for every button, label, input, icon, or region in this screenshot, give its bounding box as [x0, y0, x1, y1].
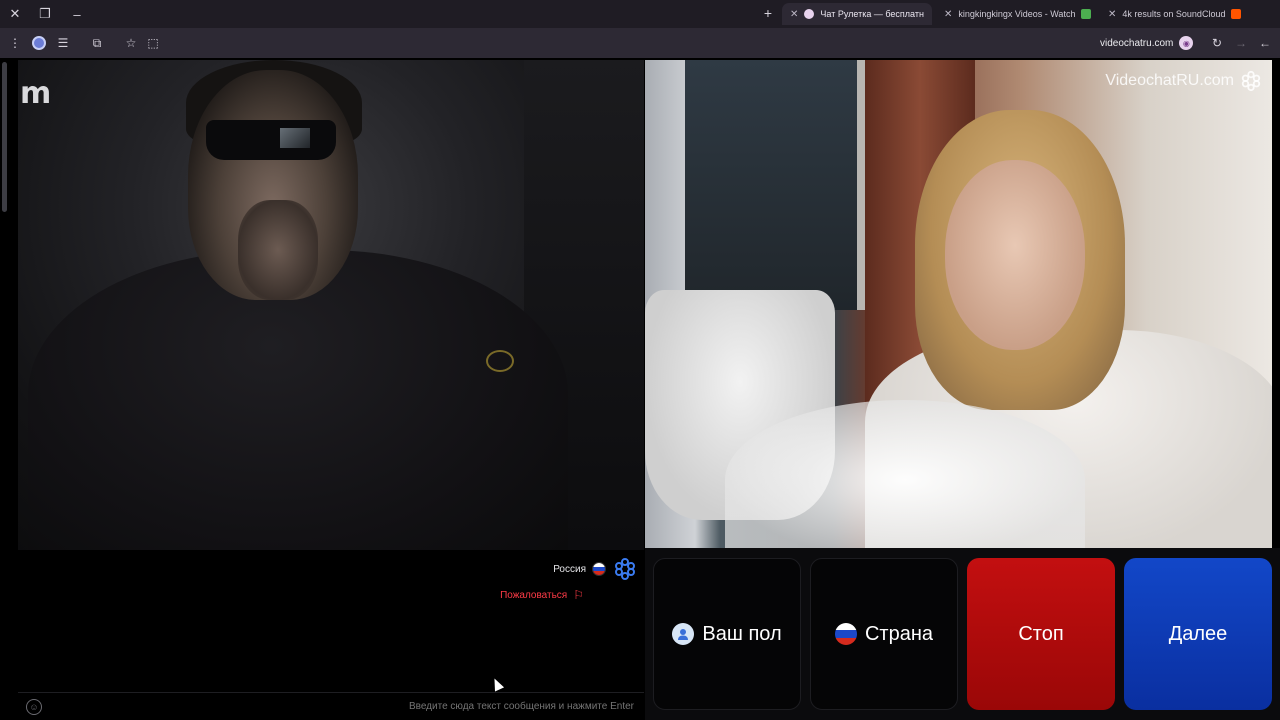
close-icon[interactable]: ✕ [944, 9, 952, 20]
stop-label: Стоп [1018, 622, 1064, 645]
chat-panel: Россия Пожаловаться ⚐ ☺ [18, 550, 644, 720]
russia-flag-icon [834, 623, 857, 645]
streamer-logo: m [20, 76, 51, 111]
country-button[interactable]: Страна [810, 558, 958, 710]
mouse-cursor [489, 676, 505, 692]
videochat-logo-icon [612, 556, 638, 582]
page-content: m Россия Пожаловаться ⚐ ☺ Введите сюда т… [0, 58, 1280, 720]
chat-controls: Ваш пол Страна Стоп Далее [645, 548, 1280, 720]
gender-label: Ваш пол [702, 622, 782, 645]
report-label: Пожаловаться [500, 589, 568, 601]
site-favicon-icon [1081, 9, 1092, 19]
window-restore-icon[interactable]: ❐ [34, 4, 56, 24]
tab-title: Чат Рулетка — бесплатн [820, 9, 924, 19]
report-flag-icon: ⚐ [573, 588, 584, 602]
address-bar[interactable]: videochatru.com ◉ [1100, 32, 1210, 54]
local-camera-video: m [18, 60, 644, 550]
site-favicon-icon [1231, 9, 1242, 19]
profile-avatar[interactable] [30, 34, 48, 52]
url-text[interactable]: videochatru.com [1100, 38, 1173, 49]
page-scrollbar[interactable] [2, 62, 7, 212]
watermark-logo-icon [1241, 70, 1261, 92]
partner-camera-video: VideochatRU.com [645, 60, 1272, 548]
gender-button[interactable]: Ваш пол [653, 558, 801, 710]
extensions-puzzle-icon[interactable]: ⧉ [88, 34, 106, 52]
close-icon[interactable]: ✕ [1108, 9, 1116, 20]
browser-toolbar: ⋮ ☰ ⧉ ☆ ⬚ videochatru.com ◉ ↻ → ← [0, 28, 1280, 58]
site-favicon-icon [804, 9, 815, 19]
chat-input-row: ☺ [18, 692, 644, 720]
tab-kingkingkingx[interactable]: ✕ kingkingkingx Videos - Watch [936, 3, 1096, 25]
tab-title: kingkingkingx Videos - Watch [958, 9, 1076, 19]
russia-flag-icon [592, 562, 606, 576]
close-icon[interactable]: ✕ [790, 9, 798, 20]
next-button[interactable]: Далее [1124, 558, 1272, 710]
site-info-icon[interactable]: ◉ [1179, 36, 1194, 50]
window-close-icon[interactable]: ✕ [4, 4, 26, 24]
partner-info: Россия [553, 556, 638, 582]
videochat-watermark: VideochatRU.com [1105, 70, 1262, 92]
new-tab-button[interactable]: + [760, 5, 776, 21]
tab-title: 4k results on SoundCloud [1122, 9, 1226, 19]
install-app-icon[interactable]: ⬚ [144, 34, 162, 52]
extensions-filter-icon[interactable]: ☰ [54, 34, 72, 52]
window-minimize-icon[interactable]: – [66, 4, 88, 24]
emoji-icon[interactable]: ☺ [26, 698, 42, 715]
report-link[interactable]: Пожаловаться ⚐ [500, 588, 584, 602]
tab-videochat[interactable]: ✕ Чат Рулетка — бесплатн [782, 3, 932, 25]
bookmark-star-icon[interactable]: ☆ [122, 34, 140, 52]
chat-message-input[interactable] [42, 701, 636, 712]
gender-avatar-icon [672, 623, 695, 645]
browser-tab-bar: ✕ ❐ – + ✕ Чат Рулетка — бесплатн ✕ kingk… [0, 0, 1280, 28]
reload-icon[interactable]: ↻ [1208, 34, 1226, 52]
menu-dots-icon[interactable]: ⋮ [6, 34, 24, 52]
partner-country: Россия [553, 563, 586, 575]
back-icon[interactable]: ← [1256, 34, 1274, 52]
tab-soundcloud[interactable]: ✕ 4k results on SoundCloud [1100, 3, 1250, 25]
next-label: Далее [1168, 622, 1228, 645]
forward-icon[interactable]: → [1232, 34, 1250, 52]
stop-button[interactable]: Стоп [967, 558, 1115, 710]
country-label: Страна [864, 622, 934, 645]
watermark-text: VideochatRU.com [1105, 72, 1234, 89]
